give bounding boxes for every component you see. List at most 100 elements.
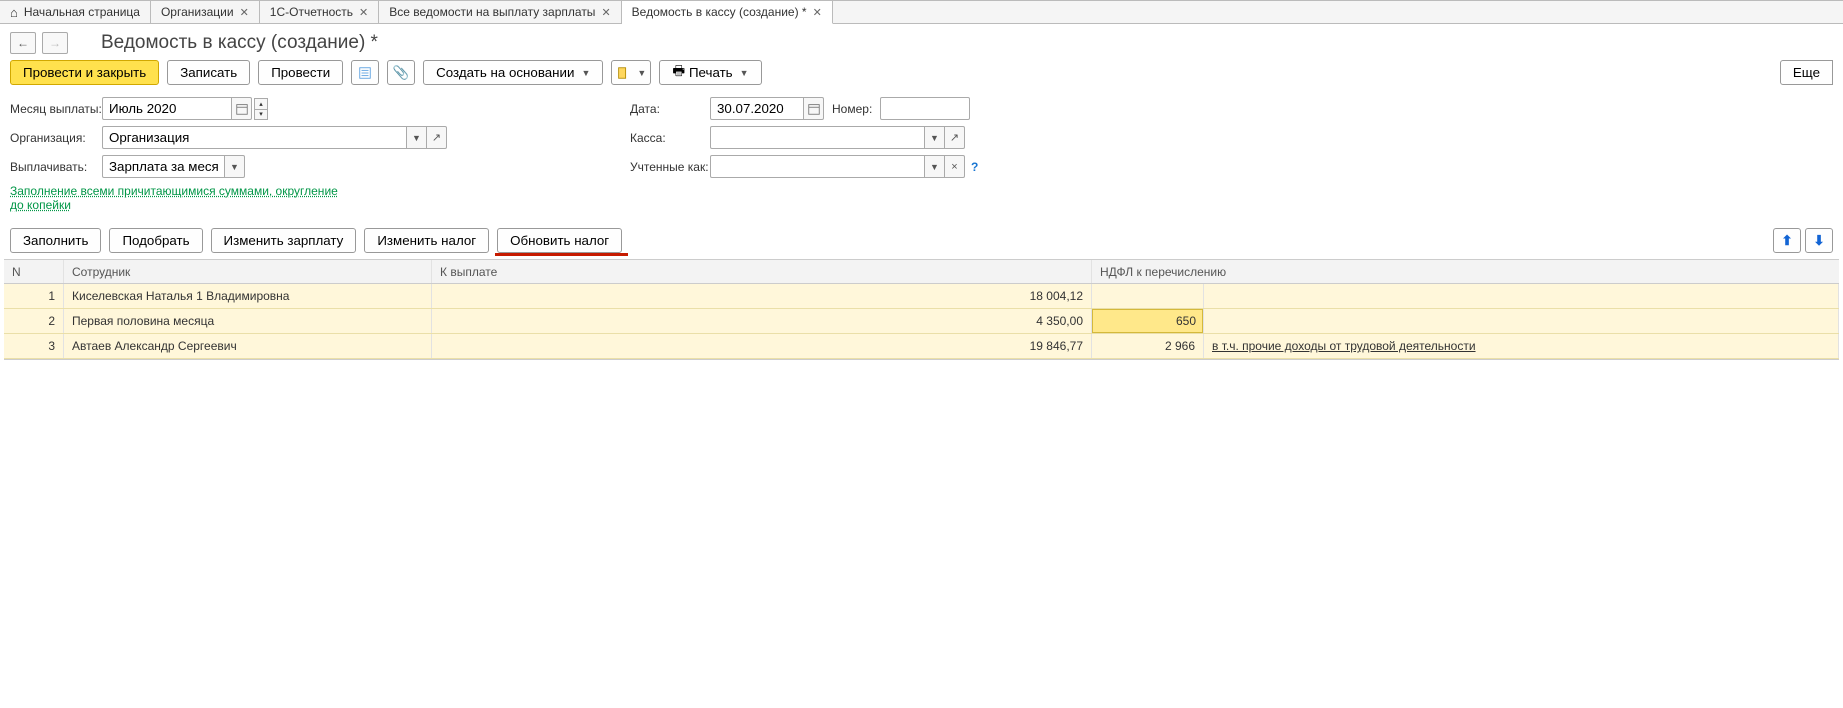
tab-label: Начальная страница xyxy=(24,5,140,19)
note-link[interactable]: в т.ч. прочие доходы от трудовой деятель… xyxy=(1212,339,1476,353)
nav-back-button[interactable]: ← xyxy=(10,32,36,54)
cell-employee: Автаев Александр Сергеевич xyxy=(64,334,432,358)
cell-tax[interactable] xyxy=(1092,284,1204,308)
move-down-button[interactable]: ⬇ xyxy=(1805,228,1833,253)
cell-tax[interactable]: 650 xyxy=(1092,309,1204,333)
accounted-input[interactable] xyxy=(710,155,925,178)
arrow-up-icon: ⬆ xyxy=(1781,233,1792,249)
dropdown-button[interactable]: ▼ xyxy=(925,126,945,149)
month-spinner[interactable]: ▴▾ xyxy=(254,98,268,120)
table-row[interactable]: 1Киселевская Наталья 1 Владимировна18 00… xyxy=(4,284,1839,309)
col-tax[interactable]: НДФЛ к перечислению xyxy=(1092,260,1839,283)
document-icon xyxy=(616,66,630,80)
tab-all-payrolls[interactable]: Все ведомости на выплату зарплаты ✕ xyxy=(379,1,621,23)
open-button[interactable]: ↗ xyxy=(945,126,965,149)
number-input[interactable] xyxy=(880,97,970,120)
fill-button[interactable]: Заполнить xyxy=(10,228,101,253)
chevron-down-icon: ▼ xyxy=(581,68,590,78)
cell-note xyxy=(1204,284,1839,308)
table-row[interactable]: 3Автаев Александр Сергеевич19 846,772 96… xyxy=(4,334,1839,359)
title-row: ← → Ведомость в кассу (создание) * xyxy=(0,24,1843,60)
close-icon: × xyxy=(951,161,957,173)
tab-label: 1С-Отчетность xyxy=(270,5,353,19)
month-label: Месяц выплаты: xyxy=(10,102,102,116)
close-icon[interactable]: ✕ xyxy=(601,6,610,19)
change-tax-button[interactable]: Изменить налог xyxy=(364,228,489,253)
show-movements-button[interactable] xyxy=(351,60,379,85)
table-row[interactable]: 2Первая половина месяца4 350,00650 xyxy=(4,309,1839,334)
pay-type-input[interactable] xyxy=(102,155,225,178)
arrow-down-icon: ⬇ xyxy=(1813,233,1824,249)
chevron-down-icon: ▼ xyxy=(930,133,939,143)
tab-label: Организации xyxy=(161,5,234,19)
accounted-label: Учтенные как: xyxy=(630,160,710,174)
home-icon: ⌂ xyxy=(10,5,18,20)
form-area: Месяц выплаты: ▴▾ Дата: Номер: Организ xyxy=(0,93,1843,222)
chevron-down-icon: ▼ xyxy=(412,133,421,143)
printer-icon: 🖶 xyxy=(672,62,685,84)
calendar-icon[interactable] xyxy=(804,97,824,120)
pick-button[interactable]: Подобрать xyxy=(109,228,202,253)
cashbox-label: Касса: xyxy=(630,131,710,145)
print-button[interactable]: 🖶 Печать ▼ xyxy=(659,60,761,85)
clear-button[interactable]: × xyxy=(945,155,965,178)
cell-n: 3 xyxy=(4,334,64,358)
tab-reporting[interactable]: 1С-Отчетность ✕ xyxy=(260,1,379,23)
change-salary-button[interactable]: Изменить зарплату xyxy=(211,228,357,253)
paperclip-icon: 📎 xyxy=(393,65,410,81)
dropdown-button[interactable]: ▼ xyxy=(407,126,427,149)
organization-label: Организация: xyxy=(10,131,102,145)
cell-to-pay: 18 004,12 xyxy=(432,284,1092,308)
date-input[interactable] xyxy=(710,97,804,120)
cell-tax[interactable]: 2 966 xyxy=(1092,334,1204,358)
move-up-button[interactable]: ⬆ xyxy=(1773,228,1801,253)
cell-to-pay: 4 350,00 xyxy=(432,309,1092,333)
open-icon: ↗ xyxy=(950,131,959,144)
cell-note xyxy=(1204,309,1839,333)
cashbox-input[interactable] xyxy=(710,126,925,149)
tab-organizations[interactable]: Организации ✕ xyxy=(151,1,260,23)
number-label: Номер: xyxy=(832,102,880,116)
cell-n: 2 xyxy=(4,309,64,333)
pay-label: Выплачивать: xyxy=(10,160,102,174)
tab-payroll-create[interactable]: Ведомость в кассу (создание) * ✕ xyxy=(622,1,833,24)
button-label: Печать xyxy=(689,65,733,80)
save-button[interactable]: Записать xyxy=(167,60,250,85)
cell-to-pay: 19 846,77 xyxy=(432,334,1092,358)
dropdown-button[interactable]: ▼ xyxy=(925,155,945,178)
fill-settings-link[interactable]: Заполнение всеми причитающимися суммами,… xyxy=(10,184,350,212)
tabs-bar: ⌂ Начальная страница Организации ✕ 1С-От… xyxy=(0,0,1843,24)
page-title: Ведомость в кассу (создание) * xyxy=(101,32,378,54)
attachments-button[interactable]: 📎 xyxy=(387,60,415,85)
button-label: Создать на основании xyxy=(436,65,574,80)
col-n[interactable]: N xyxy=(4,260,64,283)
more-button[interactable]: Еще xyxy=(1780,60,1833,85)
cell-n: 1 xyxy=(4,284,64,308)
employees-grid: N Сотрудник К выплате НДФЛ к перечислени… xyxy=(4,259,1839,360)
post-and-close-button[interactable]: Провести и закрыть xyxy=(10,60,159,85)
open-button[interactable]: ↗ xyxy=(427,126,447,149)
cell-note: в т.ч. прочие доходы от трудовой деятель… xyxy=(1204,334,1839,358)
month-input[interactable] xyxy=(102,97,232,120)
close-icon[interactable]: ✕ xyxy=(813,6,822,19)
col-employee[interactable]: Сотрудник xyxy=(64,260,432,283)
nav-forward-button: → xyxy=(42,32,68,54)
post-button[interactable]: Провести xyxy=(258,60,343,85)
calendar-icon[interactable] xyxy=(232,97,252,120)
close-icon[interactable]: ✕ xyxy=(240,6,249,19)
tab-home[interactable]: ⌂ Начальная страница xyxy=(0,1,151,23)
dropdown-button[interactable]: ▼ xyxy=(225,155,245,178)
toolbar: Провести и закрыть Записать Провести 📎 С… xyxy=(0,60,1843,93)
chevron-down-icon: ▼ xyxy=(930,162,939,172)
refresh-tax-button[interactable]: Обновить налог xyxy=(497,228,622,253)
highlight-underline xyxy=(495,253,628,256)
payslip-button[interactable]: ▼ xyxy=(611,60,651,85)
grid-actions: Заполнить Подобрать Изменить зарплату Из… xyxy=(0,222,1843,259)
list-icon xyxy=(358,66,372,80)
help-icon[interactable]: ? xyxy=(971,160,978,174)
close-icon[interactable]: ✕ xyxy=(359,6,368,19)
button-label: Еще xyxy=(1793,65,1820,80)
create-based-button[interactable]: Создать на основании ▼ xyxy=(423,60,603,85)
organization-input[interactable] xyxy=(102,126,407,149)
col-to-pay[interactable]: К выплате xyxy=(432,260,1092,283)
